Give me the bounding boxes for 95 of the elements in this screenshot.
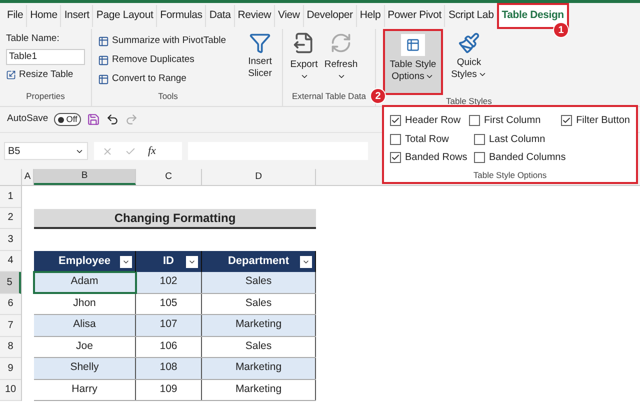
check-icon [391, 153, 400, 162]
save-icon[interactable] [87, 113, 100, 126]
table-header-cell: Employee [34, 250, 136, 272]
undo-icon[interactable] [106, 113, 120, 126]
row-header[interactable]: 10 [0, 380, 21, 401]
quick-styles-button[interactable]: Quick Styles [447, 29, 491, 95]
table-cell: Sales [202, 336, 316, 357]
row-header[interactable]: 5 [0, 272, 21, 294]
ribbon-tab[interactable]: Power Pivot [384, 5, 444, 27]
row-header[interactable]: 9 [0, 358, 21, 380]
checkbox[interactable] [468, 114, 480, 126]
table-icon [98, 55, 109, 66]
option-label: Filter Button [576, 114, 630, 128]
table-cell: 108 [136, 358, 202, 378]
checkbox[interactable] [390, 114, 401, 126]
check-icon [391, 116, 400, 125]
filter-dropdown[interactable] [300, 256, 312, 268]
row-header[interactable]: 8 [0, 336, 21, 358]
resize-table-button[interactable]: Resize Table [6, 68, 85, 82]
row-header[interactable]: 3 [0, 229, 21, 250]
slicer-icon [249, 32, 271, 54]
refresh-button[interactable]: Refresh [323, 32, 359, 82]
option-label: Total Row [405, 132, 449, 147]
column-header[interactable]: B [34, 169, 136, 185]
filter-dropdown[interactable] [120, 256, 132, 268]
checkbox[interactable] [474, 134, 485, 145]
table-style-options-button[interactable]: Table Style Options [383, 29, 443, 95]
column-header[interactable]: C [136, 169, 202, 185]
table-cell: Marketing [202, 315, 316, 336]
option-label: Banded Columns [489, 151, 566, 166]
group-label: Tools [157, 90, 179, 103]
table-cell: 102 [136, 272, 202, 292]
table-cell: 106 [136, 336, 202, 357]
field-label: Table Name: [6, 32, 60, 46]
refresh-icon [330, 32, 352, 54]
export-button[interactable]: Export [287, 32, 321, 82]
ribbon-tab[interactable]: Home [26, 5, 60, 27]
filter-dropdown[interactable] [186, 256, 198, 268]
table-cell: Sales [202, 294, 316, 314]
ribbon-tab[interactable]: Developer [302, 5, 356, 27]
export-icon [293, 32, 315, 54]
grid-icon [406, 38, 420, 52]
table-cell: 105 [136, 294, 202, 314]
ribbon-tab[interactable]: File [4, 5, 26, 27]
ribbon-tab[interactable]: View [274, 5, 303, 27]
ribbon-tab[interactable]: Data [205, 5, 234, 27]
tool-button[interactable]: Summarize with PivotTable [98, 32, 238, 51]
group-label: External Table Data [290, 90, 368, 103]
table-cell: Marketing [202, 358, 316, 378]
resize-icon [6, 70, 16, 80]
checkbox[interactable] [390, 152, 401, 164]
option-label: Banded Rows [405, 151, 468, 166]
table-cell: Joe [34, 336, 136, 357]
ribbon-tab[interactable]: Page Layout [92, 5, 156, 27]
checkbox[interactable] [474, 152, 485, 164]
title-cell: Changing Formatting [34, 208, 316, 228]
table-cell: Sales [202, 272, 316, 292]
row-header[interactable]: 6 [0, 294, 21, 315]
table-cell: Marketing [202, 380, 316, 400]
autosave-label: AutoSave [7, 112, 48, 126]
ribbon-tab[interactable]: Review [234, 5, 274, 27]
option-label: First Column [484, 114, 541, 128]
table-cell: 109 [136, 380, 202, 400]
group-label: Table Style Options [472, 169, 548, 182]
brush-icon [458, 32, 480, 54]
ribbon-tab[interactable]: Insert [60, 5, 92, 27]
option-label: Header Row [405, 114, 461, 128]
table-icon [98, 36, 109, 47]
table-cell: Alisa [34, 315, 136, 336]
insert-slicer-button[interactable]: Insert Slicer [238, 29, 282, 91]
toggle-knob [58, 116, 64, 122]
check-icon [562, 116, 572, 125]
checkbox[interactable] [390, 134, 401, 145]
table-cell: Adam [34, 272, 136, 292]
option-label: Last Column [489, 132, 546, 147]
ribbon-tab[interactable]: Help [356, 5, 384, 27]
table-cell: 107 [136, 315, 202, 336]
group-label: Table Styles [446, 95, 492, 108]
table-cell: Jhon [34, 294, 136, 314]
autosave-toggle[interactable]: Off [54, 113, 82, 126]
checkbox[interactable] [561, 114, 572, 126]
table-cell: Shelly [34, 358, 136, 378]
table-name-field[interactable]: Table1 [6, 49, 85, 66]
group-label: Properties [25, 90, 66, 103]
tool-button[interactable]: Remove Duplicates [98, 51, 238, 70]
row-header[interactable]: 7 [0, 315, 21, 336]
insert-function-button[interactable]: fx [148, 142, 156, 160]
table-icon [98, 74, 109, 85]
row-header[interactable]: 2 [0, 208, 21, 229]
row-header[interactable]: 1 [0, 186, 21, 208]
column-header[interactable]: D [202, 169, 316, 185]
tool-button[interactable]: Convert to Range [98, 70, 238, 89]
table-cell: Harry [34, 380, 136, 400]
ribbon-tab[interactable]: Formulas [156, 5, 206, 27]
name-box[interactable]: B5 [4, 142, 88, 160]
